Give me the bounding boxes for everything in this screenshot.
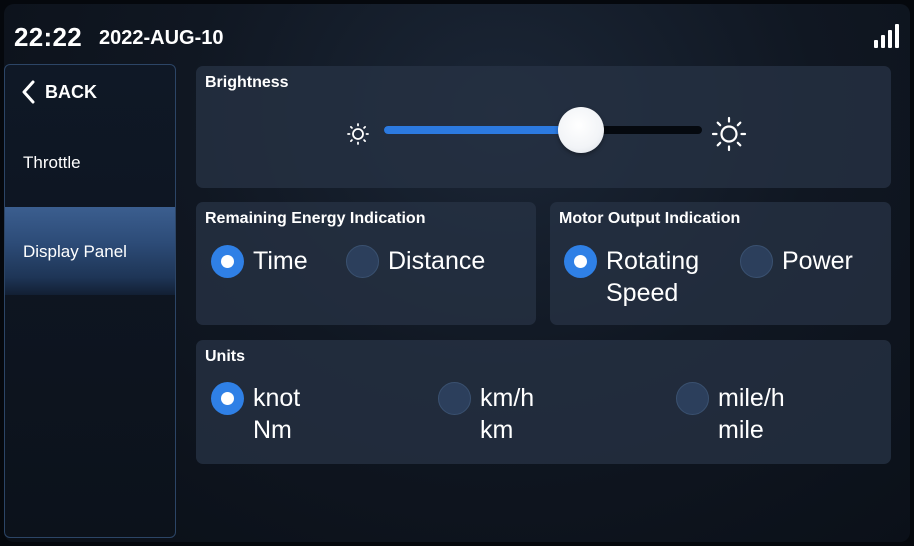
radio-option-distance[interactable]: Distance xyxy=(346,245,485,278)
radio-label-line1: knot xyxy=(253,384,301,412)
clock-time: 22:22 xyxy=(14,22,82,52)
radio-label: Power xyxy=(782,247,853,275)
radio-option-rotating-speed[interactable]: Rotating Speed xyxy=(564,245,699,309)
radio-label-line2: Speed xyxy=(606,279,679,307)
sidebar-item-display-panel[interactable]: Display Panel xyxy=(5,207,175,295)
radio-option-knot-nm[interactable]: knot Nm xyxy=(211,382,300,446)
radio-label-line1: mile/h xyxy=(718,384,785,412)
brightness-panel: Brightness xyxy=(196,66,891,188)
brightness-slider-thumb[interactable] xyxy=(558,107,604,153)
radio-option-power[interactable]: Power xyxy=(740,245,853,278)
radio-label: Distance xyxy=(388,247,486,275)
units-panel: Units knot Nm km/h km mile/h mile xyxy=(196,340,891,464)
remaining-energy-panel: Remaining Energy Indication Time Distanc… xyxy=(196,202,536,325)
sidebar-item-label: Throttle xyxy=(23,153,81,172)
chevron-left-icon xyxy=(22,80,35,104)
brightness-slider[interactable] xyxy=(384,107,702,153)
radio-button[interactable] xyxy=(564,245,597,278)
remaining-energy-title: Remaining Energy Indication xyxy=(205,210,426,227)
screen: 22:22 2022-AUG-10 BACK Throttle Display … xyxy=(4,4,910,542)
radio-label-line1: Rotating xyxy=(606,247,700,275)
clock-date: 2022-AUG-10 xyxy=(99,27,224,49)
brightness-slider-fill xyxy=(384,126,581,134)
radio-option-mileh-mile[interactable]: mile/h mile xyxy=(676,382,785,446)
brightness-title: Brightness xyxy=(205,74,289,91)
radio-button[interactable] xyxy=(346,245,379,278)
radio-label-line2: mile xyxy=(718,416,764,444)
back-button[interactable]: BACK xyxy=(21,77,97,107)
radio-label: km/h km xyxy=(480,382,534,446)
radio-label: Rotating Speed xyxy=(606,245,699,309)
radio-label-line2: Nm xyxy=(253,416,292,444)
units-title: Units xyxy=(205,348,245,365)
radio-label: knot Nm xyxy=(253,382,300,446)
radio-label: mile/h mile xyxy=(718,382,785,446)
radio-option-kmh-km[interactable]: km/h km xyxy=(438,382,534,446)
radio-button[interactable] xyxy=(676,382,709,415)
radio-button[interactable] xyxy=(211,245,244,278)
radio-button[interactable] xyxy=(740,245,773,278)
radio-label: Time xyxy=(253,247,308,275)
radio-option-time[interactable]: Time xyxy=(211,245,308,278)
status-bar: 22:22 2022-AUG-10 xyxy=(4,4,910,62)
back-label: BACK xyxy=(45,81,97,102)
brightness-low-icon xyxy=(347,123,369,145)
motor-output-title: Motor Output Indication xyxy=(559,210,741,227)
brightness-high-icon xyxy=(711,116,747,152)
radio-label-line1: km/h xyxy=(480,384,535,412)
radio-button[interactable] xyxy=(438,382,471,415)
sidebar-item-label: Display Panel xyxy=(23,242,127,261)
motor-output-panel: Motor Output Indication Rotating Speed P… xyxy=(550,202,891,325)
radio-label-line2: km xyxy=(480,416,514,444)
signal-bars-icon xyxy=(874,24,900,48)
sidebar-item-throttle[interactable]: Throttle xyxy=(5,140,175,186)
radio-button[interactable] xyxy=(211,382,244,415)
sidebar: BACK Throttle Display Panel xyxy=(4,64,176,538)
